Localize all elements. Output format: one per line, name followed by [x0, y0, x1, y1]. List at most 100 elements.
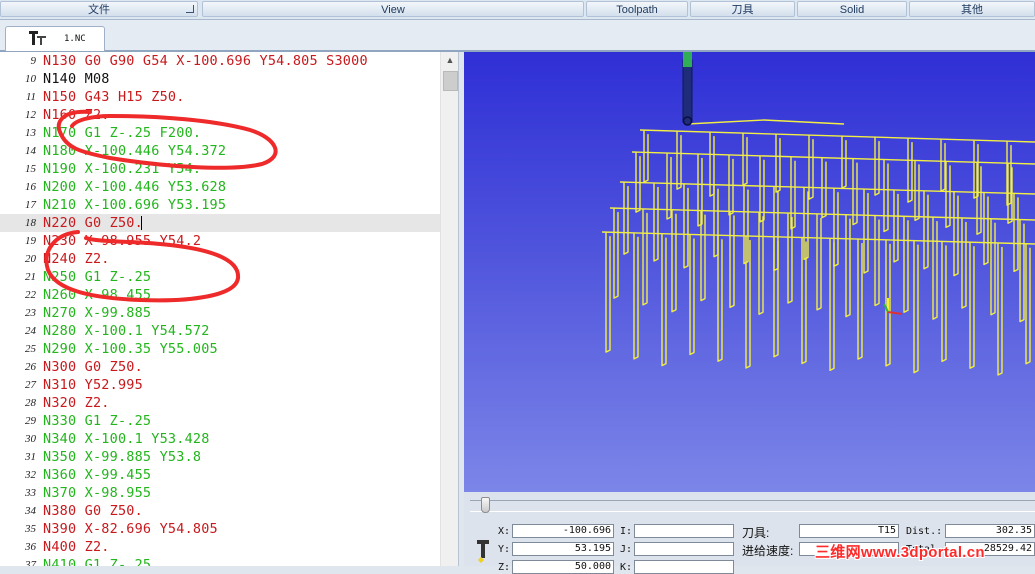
simulation-timeline-slider[interactable] — [481, 497, 491, 513]
menu-3-button[interactable]: Toolpath — [586, 1, 688, 17]
tool-label: 刀具: — [742, 526, 770, 540]
code-line[interactable]: 28 N320 Z2. — [0, 394, 440, 412]
code-line[interactable]: 36 N400 Z2. — [0, 538, 440, 556]
line-number: 14 — [25, 145, 36, 157]
z-coordinate-field[interactable]: 50.000 — [512, 560, 614, 574]
code-text: N360 X-99.455 — [43, 467, 152, 483]
site-watermark: 三维网www.3dportal.cn — [815, 544, 985, 561]
menu-4-button[interactable]: 刀具 — [690, 1, 795, 17]
code-line[interactable]: 29 N330 G1 Z-.25 — [0, 412, 440, 430]
code-line[interactable]: 26 N300 G0 Z50. — [0, 358, 440, 376]
toolpath-plunge — [1025, 243, 1031, 365]
j-label: J: — [620, 544, 633, 555]
code-line[interactable]: 32 N360 X-99.455 — [0, 466, 440, 484]
menu-1-button[interactable]: 文件 — [0, 1, 198, 17]
toolpath-plunge — [729, 211, 735, 309]
toolpath-plunge — [913, 240, 919, 374]
j-field[interactable] — [634, 542, 734, 556]
toolpath-plunge — [857, 239, 863, 360]
toolpath-plunge — [773, 236, 779, 358]
toolpath-plunge — [845, 214, 851, 318]
code-line[interactable]: 9 N130 G0 G90 G54 X-100.696 Y54.805 S3000 — [0, 52, 440, 70]
line-number: 31 — [25, 451, 36, 463]
toolpath-plunge — [1013, 193, 1019, 273]
line-number: 13 — [25, 127, 36, 139]
code-line[interactable]: 33 N370 X-98.955 — [0, 484, 440, 502]
tool-field[interactable]: T15 — [799, 524, 899, 538]
code-line[interactable]: 35 N390 X-82.696 Y54.805 — [0, 520, 440, 538]
x-coordinate-field[interactable]: -100.696 — [512, 524, 614, 538]
toolpath-plunge — [953, 191, 959, 277]
line-number: 21 — [25, 271, 36, 283]
toolpath-plunge — [808, 135, 814, 200]
line-number: 19 — [25, 235, 36, 247]
line-number: 15 — [25, 163, 36, 175]
code-line[interactable]: 30 N340 X-100.1 Y53.428 — [0, 430, 440, 448]
code-line[interactable]: 25 N290 X-100.35 Y55.005 — [0, 340, 440, 358]
code-line[interactable]: 13 N170 G1 Z-.25 F200. — [0, 124, 440, 142]
line-number: 20 — [25, 253, 36, 265]
code-line[interactable]: 15 N190 X-100.231 Y54. — [0, 160, 440, 178]
line-number: 16 — [25, 181, 36, 193]
menu-bar: 文件 View Toolpath 刀具 Solid 其他 — [0, 0, 1035, 20]
line-number: 11 — [25, 91, 36, 103]
toolpath-rapid-segment — [686, 119, 845, 125]
code-line[interactable]: 10 N140 M08 — [0, 70, 440, 88]
menu-2-button[interactable]: View — [202, 1, 584, 17]
simulation-timeline-track[interactable] — [470, 500, 1035, 512]
line-number: 34 — [25, 505, 36, 517]
toolpath-plunge — [940, 139, 946, 192]
tool-probe-icon — [477, 540, 489, 563]
toolpath-plunge — [990, 218, 996, 316]
code-text: N280 X-100.1 Y54.572 — [43, 323, 210, 339]
line-number: 29 — [25, 415, 36, 427]
code-line[interactable]: 24 N280 X-100.1 Y54.572 — [0, 322, 440, 340]
editor-vertical-scrollbar[interactable]: ▲ — [440, 52, 458, 566]
k-field[interactable] — [634, 560, 734, 574]
i-field[interactable] — [634, 524, 734, 538]
code-text: N260 X-98.455 — [43, 287, 152, 303]
code-line[interactable]: 23 N270 X-99.885 — [0, 304, 440, 322]
toolpath-3d-viewport[interactable] — [464, 52, 1035, 492]
code-text: N410 G1 Z-.25 — [43, 557, 152, 566]
code-line[interactable]: 34 N380 G0 Z50. — [0, 502, 440, 520]
code-line[interactable]: 17 N210 X-100.696 Y53.195 — [0, 196, 440, 214]
code-text: N300 G0 Z50. — [43, 359, 143, 375]
line-number: 36 — [25, 541, 36, 553]
y-coordinate-field[interactable]: 53.195 — [512, 542, 614, 556]
code-line[interactable]: 18 N220 G0 Z50. — [0, 214, 440, 232]
toolpath-plunge — [961, 217, 967, 309]
code-line[interactable]: 37 N410 G1 Z-.25 — [0, 556, 440, 566]
toolpath-plunge — [1019, 219, 1025, 323]
code-line[interactable]: 21 N250 G1 Z-.25 — [0, 268, 440, 286]
code-line[interactable]: 31 N350 X-99.885 Y53.8 — [0, 448, 440, 466]
toolpath-plunge — [816, 213, 822, 311]
code-text: N340 X-100.1 Y53.428 — [43, 431, 210, 447]
line-number: 12 — [25, 109, 36, 121]
nc-code-editor[interactable]: 9 N130 G0 G90 G54 X-100.696 Y54.805 S3000… — [0, 52, 458, 566]
code-line[interactable]: 19 N230 X-98.955 Y54.2 — [0, 232, 440, 250]
code-line[interactable]: 14 N180 X-100.446 Y54.372 — [0, 142, 440, 160]
scroll-up-arrow-icon[interactable]: ▲ — [441, 52, 458, 69]
line-number: 35 — [25, 523, 36, 535]
menu-label: 其他 — [961, 4, 983, 16]
code-line[interactable]: 12 N160 Z2. — [0, 106, 440, 124]
menu-6-button[interactable]: 其他 — [909, 1, 1035, 17]
line-number: 32 — [25, 469, 36, 481]
toolpath-plunge — [923, 190, 929, 270]
line-number: 33 — [25, 487, 36, 499]
code-line[interactable]: 11 N150 G43 H15 Z50. — [0, 88, 440, 106]
scrollbar-thumb[interactable] — [443, 71, 458, 91]
toolpath-plunge — [903, 216, 909, 314]
code-line[interactable]: 20 N240 Z2. — [0, 250, 440, 268]
code-line[interactable]: 16 N200 X-100.446 Y53.628 — [0, 178, 440, 196]
code-text: N140 M08 — [43, 71, 110, 87]
code-line[interactable]: 27 N310 Y52.995 — [0, 376, 440, 394]
menu-5-button[interactable]: Solid — [797, 1, 907, 17]
code-line[interactable]: 22 N260 X-98.455 — [0, 286, 440, 304]
tab-nc-file[interactable]: 1.NC — [5, 26, 105, 51]
toolpath-plunge — [932, 217, 938, 320]
dialog-launcher-icon[interactable] — [186, 5, 194, 13]
dist-field[interactable]: 302.35 — [945, 524, 1035, 538]
line-number: 30 — [25, 433, 36, 445]
